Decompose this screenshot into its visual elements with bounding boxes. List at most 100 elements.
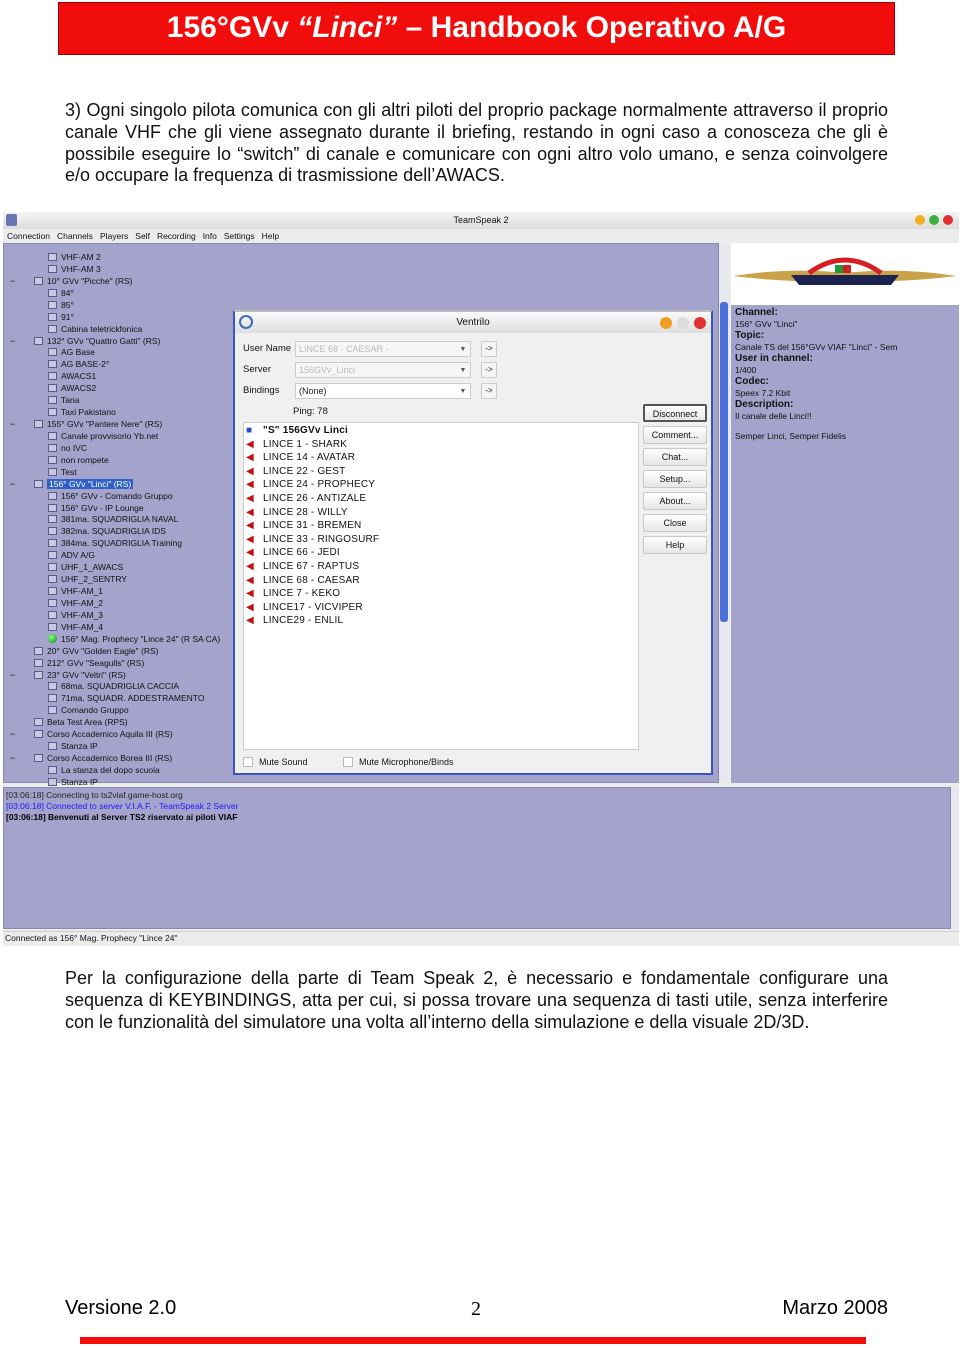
about-button[interactable]: About... <box>643 492 707 510</box>
user-row[interactable]: ◀ LINCE 22 - GEST <box>246 465 345 479</box>
collapse-icon[interactable]: − <box>10 335 15 347</box>
tree-channel[interactable]: Taxi Pakistano <box>48 406 116 418</box>
menu-item[interactable]: Settings <box>224 231 255 241</box>
server-combo[interactable]: 156GVv_Linci ▼ <box>295 362 471 378</box>
tree-channel[interactable]: 20° GVv "Golden Eagle" (RS) <box>34 645 158 657</box>
username-combo[interactable]: LINCE 68 - CAESAR - ▼ <box>295 341 471 357</box>
tree-channel[interactable]: VHF-AM_4 <box>48 621 103 633</box>
mute-mic-checkbox[interactable]: Mute Microphone/Binds <box>343 757 454 767</box>
user-row[interactable]: ◀ LINCE 28 - WILLY <box>246 506 348 520</box>
menu-item[interactable]: Channels <box>57 231 93 241</box>
bindings-go-button[interactable]: -> <box>481 383 497 399</box>
close-icon[interactable] <box>943 215 953 225</box>
tree-channel[interactable]: Canale provvisorio Yb.net <box>48 430 158 442</box>
tree-channel[interactable]: 384ma. SQUADRIGLIA Training <box>48 537 182 549</box>
tree-user[interactable]: 156° Mag. Prophecy "Lince 24" (R SA CA) <box>48 633 220 645</box>
menu-item[interactable]: Players <box>100 231 128 241</box>
comment-button[interactable]: Comment... <box>643 426 707 444</box>
tree-channel[interactable]: Beta Test Area (RPS) <box>34 716 128 728</box>
user-row[interactable]: ◀ LINCE 26 - ANTIZALE <box>246 492 366 506</box>
checkbox-icon[interactable] <box>243 757 253 767</box>
minimize-icon[interactable] <box>915 215 925 225</box>
tree-channel[interactable]: − 155° GVv "Pantere Nere" (RS) <box>10 418 162 430</box>
tree-channel[interactable]: AG Base <box>48 346 95 358</box>
setup-button[interactable]: Setup... <box>643 470 707 488</box>
user-row[interactable]: ◀ LINCE29 - ENLIL <box>246 614 343 628</box>
user-row[interactable]: ◀ LINCE 31 - BREMEN <box>246 519 361 533</box>
menu-item[interactable]: Help <box>262 231 279 241</box>
maximize-icon[interactable] <box>677 317 689 329</box>
tree-channel[interactable]: AG BASE-2° <box>48 358 109 370</box>
maximize-icon[interactable] <box>929 215 939 225</box>
close-button[interactable]: Close <box>643 514 707 532</box>
tree-channel[interactable]: 212° GVv "Seagulls" (RS) <box>34 657 144 669</box>
tree-channel[interactable]: VHF-AM_3 <box>48 609 103 621</box>
tree-channel[interactable]: − Corso Accademico Aquila III (RS) <box>10 728 173 740</box>
disconnect-button[interactable]: Disconnect <box>643 404 707 422</box>
tree-channel[interactable]: Comando Gruppo <box>48 704 129 716</box>
tree-channel[interactable]: 156° GVv - Comando Gruppo <box>48 490 173 502</box>
collapse-icon[interactable]: − <box>10 478 15 490</box>
tree-channel[interactable]: UHF_1_AWACS <box>48 561 123 573</box>
tree-channel[interactable]: Cabina teletrickfonica <box>48 323 142 335</box>
tree-channel[interactable]: ADV A/G <box>48 549 95 561</box>
tree-channel[interactable]: Stanza IP <box>48 740 98 752</box>
tree-channel[interactable]: VHF-AM_2 <box>48 597 103 609</box>
tree-channel[interactable]: Tana <box>48 394 79 406</box>
menu-item[interactable]: Connection <box>7 231 50 241</box>
log-scrollbar[interactable] <box>951 787 959 929</box>
user-row[interactable]: ◀ LINCE 14 - AVATAR <box>246 451 355 465</box>
tree-channel[interactable]: VHF-AM_1 <box>48 585 103 597</box>
server-go-button[interactable]: -> <box>481 362 497 378</box>
chevron-down-icon[interactable]: ▼ <box>458 343 468 355</box>
help-button[interactable]: Help <box>643 536 707 554</box>
channel-row[interactable]: ■ "S" 156GVv Linci <box>246 424 348 438</box>
minimize-icon[interactable] <box>660 317 672 329</box>
user-row[interactable]: ◀ LINCE17 - VICVIPER <box>246 601 363 615</box>
tree-channel[interactable]: VHF-AM 3 <box>48 263 101 275</box>
tree-channel[interactable]: 382ma. SQUADRIGLIA IDS <box>48 525 166 537</box>
user-row[interactable]: ◀ LINCE 66 - JEDI <box>246 546 340 560</box>
user-row[interactable]: ◀ LINCE 67 - RAPTUS <box>246 560 359 574</box>
collapse-icon[interactable]: − <box>10 418 15 430</box>
tree-channel[interactable]: VHF-AM 2 <box>48 251 101 263</box>
user-row[interactable]: ◀ LINCE 24 - PROPHECY <box>246 478 375 492</box>
tree-channel[interactable]: UHF_2_SENTRY <box>48 573 127 585</box>
tree-channel[interactable]: 84° <box>48 287 74 299</box>
collapse-icon[interactable]: − <box>10 728 15 740</box>
user-row[interactable]: ◀ LINCE 68 - CAESAR <box>246 574 360 588</box>
user-row[interactable]: ◀ LINCE 1 - SHARK <box>246 438 347 452</box>
tree-channel[interactable]: − 132° GVv "Quattro Gatti" (RS) <box>10 335 160 347</box>
tree-channel[interactable]: no IVC <box>48 442 87 454</box>
tree-channel[interactable]: Test <box>48 466 77 478</box>
tree-channel[interactable]: − 10° GVv "Picche" (RS) <box>10 275 133 287</box>
user-row[interactable]: ◀ LINCE 33 - RINGOSURF <box>246 533 379 547</box>
checkbox-icon[interactable] <box>343 757 353 767</box>
tree-scrollbar-thumb[interactable] <box>720 302 728 622</box>
collapse-icon[interactable]: − <box>10 275 15 287</box>
user-row[interactable]: ◀ LINCE 7 - KEKO <box>246 587 340 601</box>
menu-item[interactable]: Recording <box>157 231 196 241</box>
tree-channel[interactable]: La stanza del dopo scuola <box>48 764 160 776</box>
tree-channel[interactable]: 381ma. SQUADRIGLIA NAVAL <box>48 513 178 525</box>
tree-channel[interactable]: 156° GVv - IP Lounge <box>48 502 144 514</box>
menu-item[interactable]: Info <box>203 231 217 241</box>
tree-channel[interactable]: 71ma. SQUADR. ADDESTRAMENTO <box>48 692 204 704</box>
tree-channel[interactable]: non rompete <box>48 454 109 466</box>
chevron-down-icon[interactable]: ▼ <box>458 385 468 397</box>
tree-channel[interactable]: − Corso Accademico Borea III (RS) <box>10 752 172 764</box>
tree-channel[interactable]: AWACS2 <box>48 382 96 394</box>
chevron-down-icon[interactable]: ▼ <box>458 364 468 376</box>
collapse-icon[interactable]: − <box>10 669 15 681</box>
chat-button[interactable]: Chat... <box>643 448 707 466</box>
tree-channel[interactable]: 85° <box>48 299 74 311</box>
close-icon[interactable] <box>694 317 706 329</box>
menu-item[interactable]: Self <box>135 231 150 241</box>
tree-channel[interactable]: − 23° GVv "Veltri" (RS) <box>10 669 126 681</box>
collapse-icon[interactable]: − <box>10 752 15 764</box>
tree-channel[interactable]: 68ma. SQUADRIGLIA CACCIA <box>48 680 179 692</box>
tree-channel[interactable]: AWACS1 <box>48 370 96 382</box>
mute-sound-checkbox[interactable]: Mute Sound <box>243 757 308 767</box>
tree-channel[interactable]: − 156° GVv "Linci" (RS) <box>10 478 134 490</box>
username-go-button[interactable]: -> <box>481 341 497 357</box>
